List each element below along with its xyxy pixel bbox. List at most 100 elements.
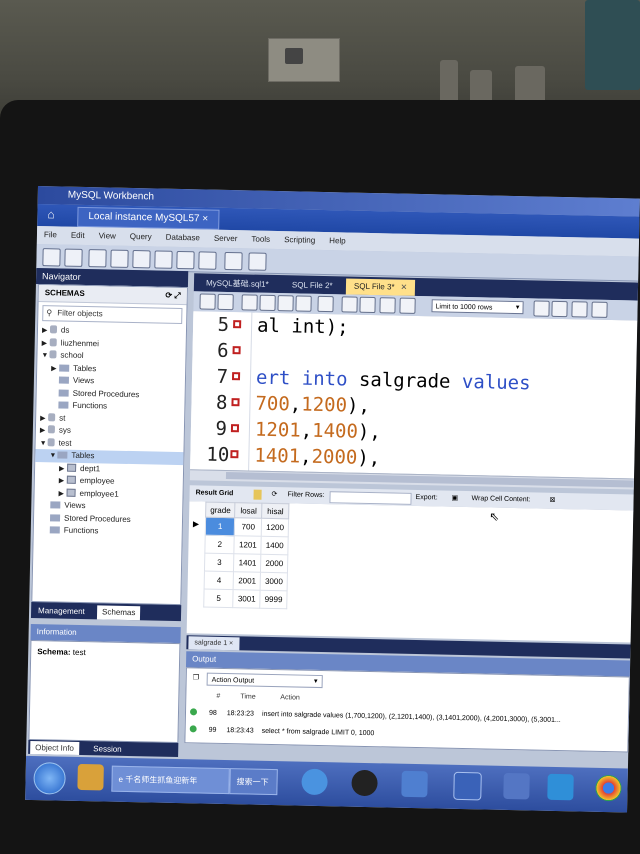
menu-server[interactable]: Server (214, 234, 238, 243)
grid-cell[interactable]: 3000 (260, 572, 288, 591)
breakpoint-marker-icon[interactable] (230, 424, 240, 433)
wrap-cell-icon[interactable]: ⊠ (549, 493, 555, 509)
grid-cell[interactable]: 3 (204, 553, 235, 572)
filter-objects-input[interactable]: ⚲ Filter objects (42, 305, 183, 325)
tree-item-test-functions[interactable]: Functions (34, 524, 182, 540)
execute-current-icon[interactable] (259, 294, 276, 311)
app-icon-wps[interactable] (547, 773, 574, 801)
column-header-hisal[interactable]: hisal (261, 503, 289, 519)
autocommit-icon[interactable] (379, 297, 396, 314)
grid-cell[interactable]: 3001 (233, 589, 261, 609)
tab-management[interactable]: Management (33, 604, 90, 619)
breakpoint-marker-icon[interactable] (231, 398, 240, 407)
create-table-icon[interactable] (132, 249, 151, 269)
reconnect-icon[interactable] (248, 252, 267, 271)
output-type-select[interactable]: Action Output ▼ (206, 672, 323, 689)
breakpoint-marker-icon[interactable] (231, 372, 241, 381)
menu-query[interactable]: Query (130, 232, 152, 241)
app-icon-qq-pinyin[interactable] (77, 763, 104, 791)
table-row[interactable]: 3 1401 2000 (204, 553, 288, 573)
stop-icon[interactable] (295, 295, 312, 312)
app-icon-mysql-workbench[interactable] (453, 771, 482, 801)
grid-cell[interactable]: 4 (204, 571, 234, 590)
column-header-grade[interactable]: grade (205, 502, 236, 518)
table-row[interactable]: 4 2001 3000 (204, 571, 288, 591)
create-procedure-icon[interactable] (176, 250, 195, 270)
grid-cell[interactable]: 1400 (261, 536, 289, 555)
home-icon[interactable]: ⌂ (47, 207, 61, 221)
start-button[interactable] (33, 762, 66, 795)
table-row[interactable]: 5 3001 9999 (203, 589, 288, 609)
taskbar-search[interactable]: 搜索一下 (229, 768, 278, 796)
export-label: Export: (415, 493, 438, 502)
menu-tools[interactable]: Tools (251, 234, 270, 243)
rollback-icon[interactable] (359, 296, 376, 314)
tree-label: school (60, 350, 84, 360)
toggle-continue-icon[interactable] (317, 295, 334, 313)
tab-schemas[interactable]: Schemas (96, 605, 141, 621)
breakpoint-marker-icon[interactable] (232, 346, 241, 355)
grid-cell[interactable]: 2000 (260, 554, 288, 573)
execute-icon[interactable] (241, 294, 258, 311)
breakpoint-marker-icon[interactable] (230, 450, 239, 459)
tab-sql-file-2[interactable]: SQL File 2* (284, 277, 341, 294)
filter-rows-input[interactable] (329, 491, 412, 505)
grid-cell[interactable]: 2001 (233, 571, 261, 591)
schema-tree: ▶ ds ▶ liuzhenmei ▼ school ▶ Tables Views St… (34, 324, 186, 540)
grid-cell[interactable]: 1401 (233, 553, 262, 573)
save-icon[interactable] (217, 293, 234, 311)
open-sql-icon[interactable] (64, 248, 83, 267)
grid-cell[interactable]: 1200 (261, 518, 289, 537)
grid-cell[interactable]: 5 (203, 589, 234, 608)
tab-sql-file-3[interactable]: SQL File 3* ✕ (345, 278, 416, 296)
refresh-icon[interactable]: ⟳ (271, 487, 278, 503)
invisible-chars-icon[interactable] (571, 301, 588, 318)
create-schema-icon[interactable] (110, 249, 129, 268)
grid-cell[interactable]: 1 (205, 517, 236, 536)
search-table-icon[interactable] (224, 251, 243, 271)
wrap-lines-icon[interactable] (591, 301, 608, 318)
app-icon-qq[interactable] (351, 769, 378, 797)
cancel-icon[interactable] (399, 297, 416, 314)
new-query-icon[interactable] (42, 248, 61, 267)
breakpoint-marker-icon[interactable] (233, 320, 242, 329)
grid-icon[interactable] (253, 489, 262, 500)
export-icon[interactable]: ▣ (451, 491, 458, 507)
menu-edit[interactable]: Edit (71, 231, 85, 240)
copy-icon[interactable]: ❐ (193, 673, 199, 681)
grid-cell[interactable]: 2 (204, 535, 235, 554)
app-icon-folder[interactable] (503, 772, 530, 800)
taskbar-browser[interactable]: e 千名师生抓鱼迎新年 (111, 765, 230, 795)
close-icon[interactable]: ✕ (400, 283, 407, 292)
result-grid-label[interactable]: Result Grid (195, 485, 234, 502)
app-icon-chrome[interactable] (595, 774, 622, 802)
tab-sql-file-1[interactable]: MySQL基础.sql1* (198, 275, 277, 293)
limit-rows-select[interactable]: Limit to 1000 rows ▼ (431, 299, 524, 315)
menu-database[interactable]: Database (166, 233, 200, 243)
sql-editor[interactable]: 5 al int); 6 7 ert into salgrade values 8 700,… (190, 311, 638, 479)
grid-cell[interactable]: 700 (234, 517, 262, 537)
refresh-icon[interactable]: ⟳ ⤢ (165, 288, 181, 304)
explain-icon[interactable] (277, 295, 294, 312)
create-function-icon[interactable] (198, 251, 217, 270)
grid-cell[interactable]: 9999 (259, 590, 288, 609)
info-icon[interactable] (88, 249, 107, 268)
app-icon-cloud[interactable] (401, 770, 428, 798)
table-row[interactable]: 1 700 1200 (205, 517, 289, 537)
tab-session[interactable]: Session (88, 742, 127, 756)
open-file-icon[interactable] (199, 293, 216, 310)
grid-cell[interactable]: 1201 (234, 535, 262, 555)
menu-file[interactable]: File (44, 230, 57, 239)
commit-icon[interactable] (341, 296, 358, 313)
find-icon[interactable] (551, 300, 568, 318)
beautify-icon[interactable] (533, 300, 550, 317)
app-icon-globe[interactable] (301, 768, 328, 796)
menu-help[interactable]: Help (329, 236, 346, 245)
create-view-icon[interactable] (154, 250, 173, 269)
column-header-losal[interactable]: losal (235, 502, 263, 519)
menu-scripting[interactable]: Scripting (284, 235, 315, 245)
menu-view[interactable]: View (99, 231, 116, 240)
tab-salgrade-result[interactable]: salgrade 1 × (188, 636, 240, 651)
tab-object-info[interactable]: Object Info (30, 740, 80, 755)
table-row[interactable]: 2 1201 1400 (204, 535, 289, 555)
